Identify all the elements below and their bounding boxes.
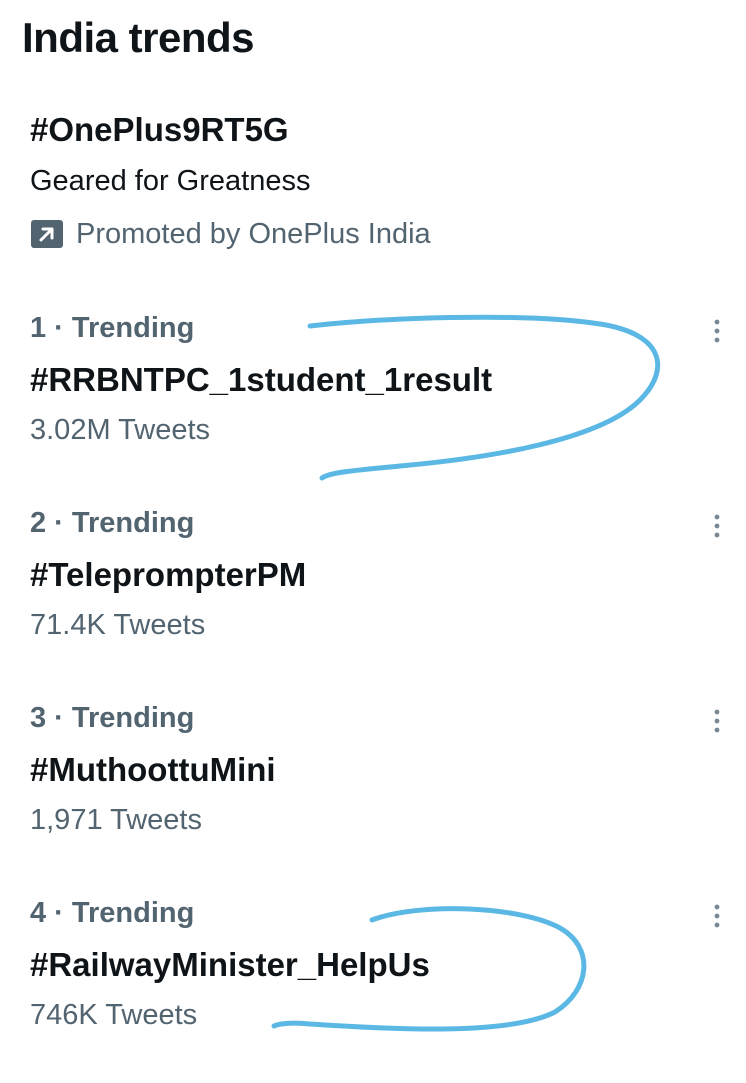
trend-name[interactable]: #RailwayMinister_HelpUs	[30, 943, 430, 987]
trend-item[interactable]: 2 · Trending #TeleprompterPM 71.4K Tweet…	[30, 503, 730, 653]
promoted-description: Geared for Greatness	[30, 165, 311, 197]
promoted-trend[interactable]: #OnePlus9RT5G Geared for Greatness Promo…	[30, 108, 431, 254]
trend-rank-label: 4 · Trending	[30, 897, 195, 929]
trend-name[interactable]: #RRBNTPC_1student_1result	[30, 358, 492, 402]
promoted-by-line[interactable]: Promoted by OnePlus India	[30, 214, 431, 254]
trend-tweet-count: 746K Tweets	[30, 999, 198, 1031]
more-options-icon[interactable]	[704, 511, 730, 541]
more-options-icon[interactable]	[704, 706, 730, 736]
trend-item[interactable]: 3 · Trending #MuthoottuMini 1,971 Tweets	[30, 698, 730, 848]
trend-tweet-count: 3.02M Tweets	[30, 414, 211, 446]
trend-item[interactable]: 4 · Trending #RailwayMinister_HelpUs 746…	[30, 893, 730, 1043]
promoted-hashtag[interactable]: #OnePlus9RT5G	[30, 108, 431, 152]
trend-rank-label: 1 · Trending	[30, 312, 195, 344]
trend-name[interactable]: #TeleprompterPM	[30, 553, 306, 597]
more-options-icon[interactable]	[704, 316, 730, 346]
trend-item[interactable]: 1 · Trending #RRBNTPC_1student_1result 3…	[30, 308, 730, 458]
trend-tweet-count: 1,971 Tweets	[30, 804, 202, 836]
more-options-icon[interactable]	[704, 901, 730, 931]
trend-rank-label: 3 · Trending	[30, 702, 195, 734]
trend-name[interactable]: #MuthoottuMini	[30, 748, 276, 792]
promoted-by-label: Promoted by OnePlus India	[76, 218, 431, 250]
promoted-arrow-icon	[30, 219, 64, 249]
trend-tweet-count: 71.4K Tweets	[30, 609, 206, 641]
trend-rank-label: 2 · Trending	[30, 507, 195, 539]
page-title: India trends	[22, 14, 255, 61]
